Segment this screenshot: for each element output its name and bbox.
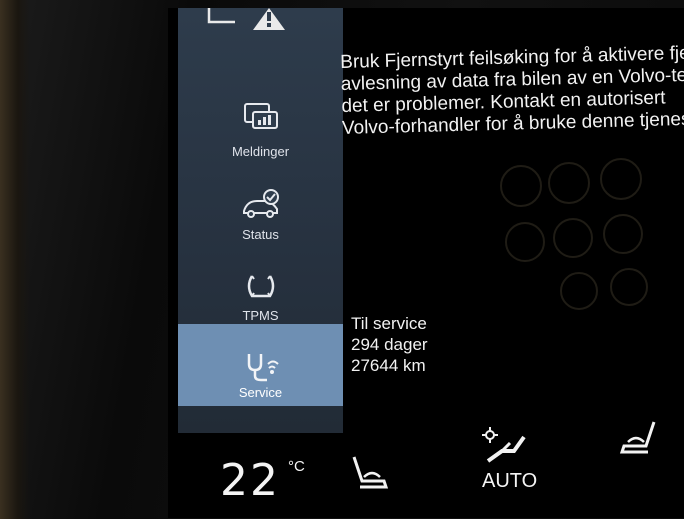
temperature-display[interactable]: 22 <box>220 455 280 506</box>
reflection-circle <box>600 158 642 200</box>
sidebar: Meldinger Status TPMS Service <box>178 8 343 433</box>
reflection-circle <box>548 162 590 204</box>
fan-auto-icon[interactable] <box>480 425 530 465</box>
service-info: Til service 294 dager 27644 km <box>351 313 428 376</box>
reflection-circle <box>610 268 648 306</box>
temperature-unit: °C <box>288 458 305 475</box>
sidebar-item-label: Meldinger <box>231 144 290 159</box>
bezel-edge <box>0 0 30 519</box>
auto-climate-button[interactable]: AUTO <box>482 470 537 493</box>
tire-pressure-icon <box>247 275 274 298</box>
service-days: 294 dager <box>351 335 428 354</box>
reflection-circle <box>603 214 643 254</box>
warning-triangle-icon <box>207 8 285 30</box>
sidebar-item-label: Service <box>238 385 283 400</box>
sidebar-item-label: TPMS <box>242 308 279 323</box>
seat-heat-right-icon[interactable] <box>618 420 658 456</box>
sidebar-item-status[interactable]: Status <box>178 183 343 255</box>
remote-diagnostics-message: Bruk Fjernstyrt feilsøking for å aktiver… <box>340 43 684 140</box>
reflection-circle <box>505 222 545 262</box>
reflection-circle <box>500 165 542 207</box>
sidebar-item-label: Status <box>242 227 279 242</box>
messages-icon <box>243 103 278 129</box>
reflection-circle <box>553 218 593 258</box>
stethoscope-icon <box>247 354 279 382</box>
service-distance: 27644 km <box>351 356 426 375</box>
sidebar-item-service[interactable]: Service <box>178 324 343 406</box>
sidebar-item-meldinger[interactable]: Meldinger <box>178 96 343 168</box>
seat-heat-icon[interactable] <box>350 455 390 491</box>
service-title: Til service <box>351 314 427 333</box>
car-status-icon <box>242 189 279 218</box>
reflection-circle <box>560 272 598 310</box>
